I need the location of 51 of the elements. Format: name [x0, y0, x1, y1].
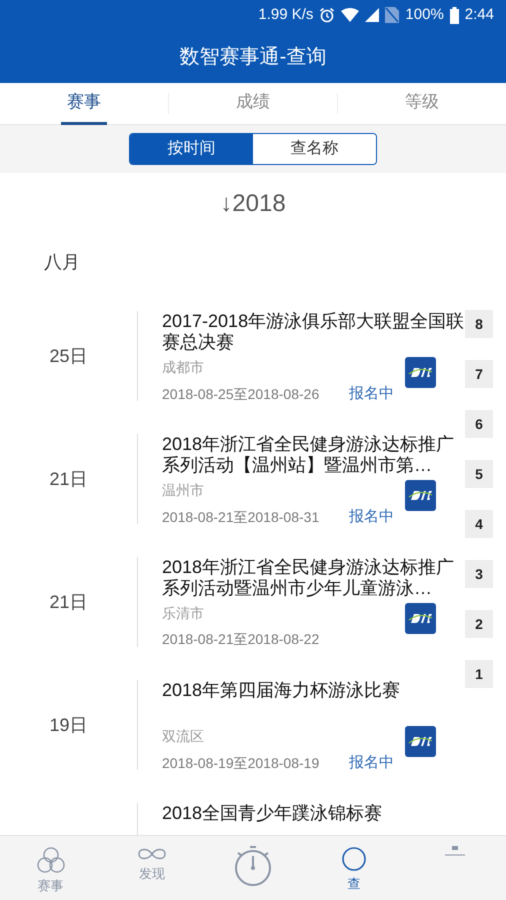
alarm-icon	[319, 7, 336, 23]
event-title[interactable]: 2018全国青少年蹼泳锦标赛	[162, 803, 467, 824]
battery-icon	[450, 6, 459, 24]
event-dates: 2018-08-25至2018-08-26	[162, 384, 320, 404]
index-button[interactable]: 2	[465, 610, 493, 638]
segment-button[interactable]: 按时间	[130, 134, 253, 164]
month-heading: 八月	[44, 250, 80, 274]
network-speed: 1.99 K/s	[258, 4, 314, 25]
tab[interactable]: 等级	[399, 82, 445, 124]
event-dates: 2018-08-19至2018-08-19	[162, 754, 320, 773]
logo-icon	[405, 357, 436, 388]
clock-time: 2:44	[464, 4, 494, 25]
event-dates: 2018-08-21至2018-08-31	[162, 508, 320, 527]
index-button[interactable]: 6	[465, 410, 493, 438]
logo-icon	[405, 603, 436, 634]
segment-button[interactable]: 查名称	[253, 134, 376, 164]
event-dates: 2018-08-21至2018-08-22	[162, 630, 320, 649]
nav-item[interactable]: 查	[304, 836, 405, 900]
year-heading: ↓2018	[220, 189, 286, 219]
event-title[interactable]: 2018年浙江省全民健身游泳达标推广系列活动【温州站】暨温州市第…	[162, 434, 467, 476]
event-title[interactable]: 2018年浙江省全民健身游泳达标推广系列活动暨温州市少年儿童游泳…	[162, 557, 467, 599]
event-city: 双流区	[162, 727, 204, 746]
no-sim-icon	[385, 7, 400, 23]
wifi-icon	[341, 8, 360, 22]
event-day: 21日	[49, 466, 88, 492]
battery-percent: 100%	[405, 4, 444, 25]
status-label: 报名中	[349, 384, 394, 404]
logo-icon	[405, 726, 436, 757]
status-label: 报名中	[349, 507, 394, 527]
index-button[interactable]: 7	[465, 360, 493, 388]
signal-icon	[365, 8, 380, 22]
index-button[interactable]: 8	[465, 310, 493, 338]
index-button[interactable]: 5	[465, 460, 493, 488]
event-title[interactable]: 2018年第四届海力杯游泳比赛	[162, 680, 467, 701]
event-day: 19日	[49, 712, 88, 738]
event-day: 25日	[49, 342, 88, 370]
event-city: 成都市	[162, 358, 204, 377]
search-icon	[341, 846, 368, 872]
rings-icon	[36, 846, 66, 874]
event-title[interactable]: 2017-2018年游泳俱乐部大联盟全国联赛总决赛	[162, 311, 467, 353]
event-day: 21日	[49, 588, 88, 616]
logo-icon	[405, 480, 436, 511]
index-button[interactable]: 1	[465, 660, 493, 688]
tab[interactable]: 成绩	[230, 82, 276, 124]
event-city: 乐清市	[162, 604, 204, 623]
index-button[interactable]: 3	[465, 560, 493, 588]
infinity-icon	[136, 846, 168, 862]
event-city: 温州市	[162, 481, 204, 500]
index-button[interactable]: 4	[465, 510, 493, 538]
status-label: 报名中	[349, 753, 394, 773]
screen-title: 数智赛事通-查询	[180, 44, 326, 70]
